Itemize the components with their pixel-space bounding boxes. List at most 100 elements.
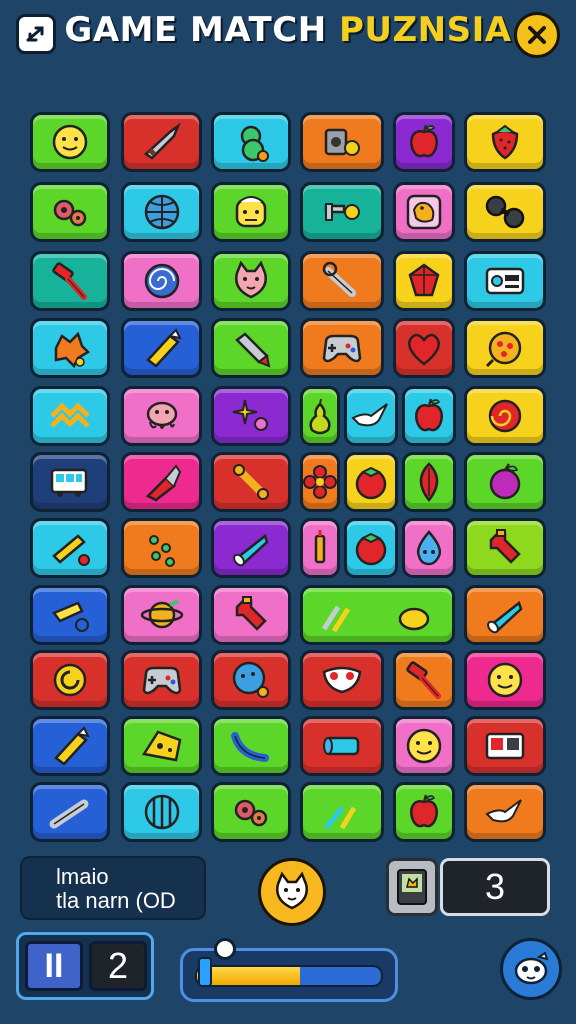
pear-icon (309, 398, 331, 435)
tile[interactable] (121, 112, 202, 172)
hammer-icon (52, 262, 87, 300)
tile[interactable] (211, 782, 291, 842)
tile[interactable] (300, 452, 340, 512)
tile[interactable] (300, 112, 384, 172)
tile[interactable] (211, 318, 291, 378)
tile[interactable] (402, 386, 456, 446)
tile[interactable] (393, 650, 455, 710)
tile[interactable] (402, 518, 456, 578)
tile[interactable] (300, 716, 384, 776)
tile[interactable] (30, 112, 110, 172)
tile[interactable] (121, 318, 202, 378)
tile[interactable] (464, 452, 546, 512)
tile[interactable] (211, 251, 291, 311)
game-board (0, 0, 576, 850)
octopus-icon (146, 401, 177, 429)
tile[interactable] (464, 782, 546, 842)
tile[interactable] (300, 318, 384, 378)
bottle-icon (235, 596, 267, 631)
pause-button[interactable]: II (25, 941, 83, 991)
tile[interactable] (30, 585, 110, 645)
crayon-icon (54, 726, 90, 766)
tile[interactable] (464, 182, 546, 242)
settings-button[interactable] (500, 938, 562, 1000)
tile[interactable] (464, 386, 546, 446)
tile[interactable] (121, 782, 202, 842)
tile[interactable] (464, 518, 546, 578)
tile[interactable] (464, 251, 546, 311)
tomato-icon (355, 466, 387, 500)
cheese-icon (141, 730, 181, 762)
tile[interactable] (121, 650, 202, 710)
tile[interactable] (393, 251, 455, 311)
moves-panel: 3 (386, 858, 550, 916)
tile[interactable] (344, 518, 398, 578)
tile[interactable] (300, 782, 384, 842)
tile[interactable] (121, 585, 202, 645)
mask-icon (322, 666, 362, 694)
tile[interactable] (121, 716, 202, 776)
tube-icon (323, 736, 360, 756)
tile[interactable] (464, 318, 546, 378)
tile[interactable] (402, 452, 456, 512)
pencil-icon (52, 534, 90, 566)
tile[interactable] (30, 251, 110, 311)
tile[interactable] (300, 182, 384, 242)
tile[interactable] (211, 112, 291, 172)
tile[interactable] (393, 716, 455, 776)
tile[interactable] (464, 112, 546, 172)
tile[interactable] (211, 716, 291, 776)
slider-knob[interactable] (198, 957, 213, 987)
tile[interactable] (30, 182, 110, 242)
tile[interactable] (300, 650, 384, 710)
tile[interactable] (211, 182, 291, 242)
tile[interactable] (464, 650, 546, 710)
bird-flying-icon (485, 799, 522, 823)
wrench-icon (322, 261, 356, 297)
tile[interactable] (30, 318, 110, 378)
tile[interactable] (30, 452, 110, 512)
tile[interactable] (211, 452, 291, 512)
wrench-gear-icon (324, 203, 360, 221)
tile[interactable] (121, 518, 202, 578)
tile[interactable] (393, 782, 455, 842)
pizza-icon (485, 331, 522, 368)
tile[interactable] (211, 650, 291, 710)
moves-badge (386, 858, 438, 916)
tile[interactable] (121, 452, 202, 512)
droplet-face-icon (416, 530, 442, 566)
tile[interactable] (211, 386, 291, 446)
tile[interactable] (121, 182, 202, 242)
apple-icon (415, 398, 443, 432)
tile[interactable] (344, 386, 398, 446)
cone-icon (233, 533, 269, 567)
cone-icon (487, 600, 523, 634)
tile[interactable] (30, 518, 110, 578)
tile[interactable] (30, 782, 110, 842)
tile[interactable] (30, 650, 110, 710)
tile[interactable] (300, 518, 340, 578)
progress-slider[interactable] (180, 948, 398, 1002)
chevron-pattern-icon (50, 402, 90, 428)
globe-icon (144, 194, 179, 230)
tile[interactable] (300, 251, 384, 311)
tile[interactable] (300, 585, 455, 645)
hint-button[interactable] (258, 858, 326, 926)
tile[interactable] (344, 452, 398, 512)
tile[interactable] (393, 182, 455, 242)
tile[interactable] (393, 318, 455, 378)
level-controls: II 2 (16, 932, 154, 1000)
camera-gear-icon (324, 128, 360, 156)
tile[interactable] (464, 716, 546, 776)
radio-icon (485, 267, 525, 295)
tile[interactable] (300, 386, 340, 446)
tile[interactable] (121, 386, 202, 446)
tile[interactable] (121, 251, 202, 311)
tile[interactable] (464, 585, 546, 645)
tile[interactable] (30, 716, 110, 776)
tile[interactable] (211, 585, 291, 645)
info-line-2: tla narn (OD (56, 888, 176, 913)
tile[interactable] (30, 386, 110, 446)
tile[interactable] (393, 112, 455, 172)
tile[interactable] (211, 518, 291, 578)
